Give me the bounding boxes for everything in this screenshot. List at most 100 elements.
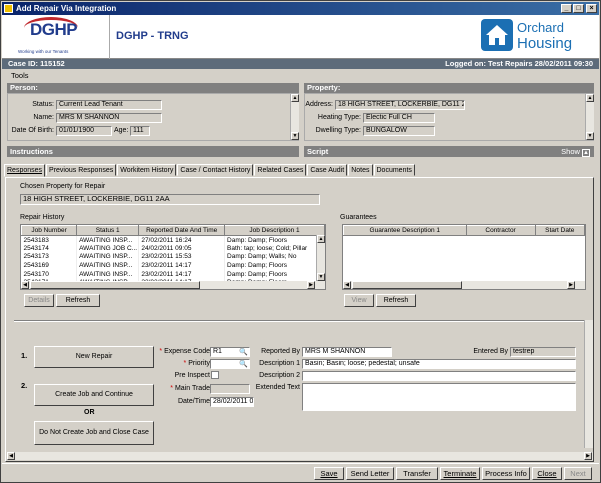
extended-text-label: Extended Text (255, 384, 300, 391)
table-row[interactable]: 2543173 AWAITING INSP... 23/02/2011 15:53 D… (21, 252, 325, 262)
close-window-button[interactable]: × (586, 4, 597, 13)
description-1-field[interactable]: Basin; Basin; loose; pedestal; unsafe (302, 359, 576, 369)
priority-label: * Priority (183, 360, 210, 367)
window-icon (4, 4, 13, 13)
process-info-button[interactable]: Process Info (482, 467, 530, 480)
close-button[interactable]: Close (532, 467, 562, 480)
scroll-up-icon[interactable]: ▲ (291, 94, 299, 102)
scroll-down-icon[interactable]: ▼ (291, 132, 299, 140)
table-row[interactable]: 2543183 AWAITING INSP... 27/02/2011 16:24 D… (21, 235, 325, 245)
repair-history-grid[interactable]: Job Number Status 1 Reported Date And Ti… (20, 224, 326, 290)
age-field: 111 (130, 126, 150, 136)
priority-label-text: Priority (188, 360, 210, 367)
logged-on-status: Logged on: Test Repairs 28/02/2011 09:30 (445, 59, 593, 68)
no-create-close-button[interactable]: Do Not Create Job and Close Case (34, 421, 154, 445)
minimize-button[interactable]: _ (561, 4, 572, 13)
history-refresh-button[interactable]: Refresh (56, 294, 100, 307)
save-button[interactable]: Save (314, 467, 344, 480)
status-field: Current Lead Tenant (56, 100, 162, 110)
history-vscroll[interactable]: ▲ ▼ (316, 235, 325, 281)
table-row[interactable]: 2543174 AWAITING JOB C... 24/02/2011 09:05… (21, 244, 325, 253)
tab-documents[interactable]: Documents (373, 164, 415, 176)
repair-history-label: Repair History (20, 214, 65, 221)
expense-code-label: * Expense Code (159, 348, 210, 355)
pre-inspect-checkbox[interactable] (211, 371, 219, 379)
scroll-down-icon[interactable]: ▼ (586, 132, 594, 140)
scroll-up-icon[interactable]: ▲ (586, 94, 594, 102)
tab-hscroll[interactable]: ◀ ▶ (7, 452, 593, 460)
table-row[interactable]: 2543169 AWAITING INSP... 23/02/2011 14:17 D… (21, 261, 325, 270)
datetime-field[interactable]: 28/02/2011 0 (210, 397, 254, 407)
col-job-number[interactable]: Job Number (21, 225, 78, 236)
scroll-down-icon[interactable]: ▼ (317, 273, 325, 281)
description-2-field[interactable] (302, 371, 576, 381)
send-letter-button[interactable]: Send Letter (346, 467, 394, 480)
table-cell: Damp: Damp; Walls; No (224, 252, 325, 262)
table-row[interactable]: 2543170 AWAITING INSP... 23/02/2011 14:17 D… (21, 269, 325, 279)
menu-tools[interactable]: Tools (11, 71, 29, 80)
dob-field: 01/01/1900 (56, 126, 112, 136)
history-hscroll[interactable]: ◀ ▶ (21, 281, 325, 289)
terminate-button[interactable]: Terminate (440, 467, 480, 480)
tab-notes[interactable]: Notes (348, 164, 373, 176)
instructions-bar[interactable]: Instructions (7, 146, 299, 157)
person-scrollbar[interactable]: ▲ ▼ (290, 94, 299, 140)
brand-line1: Orchard (517, 20, 564, 35)
show-script-toggle[interactable]: Show ▲ (561, 146, 590, 157)
col-contractor[interactable]: Contractor (465, 225, 536, 236)
history-hscroll-thumb[interactable] (30, 281, 200, 289)
tab-strip: Responses Previous Responses Workitem Hist… (4, 164, 416, 177)
col-job-description[interactable]: Job Description 1 (224, 225, 325, 236)
priority-search-icon[interactable]: 🔍 (239, 360, 248, 368)
view-button[interactable]: View (344, 294, 374, 307)
expense-search-icon[interactable]: 🔍 (239, 348, 248, 356)
tab-workitem-history[interactable]: Workitem History (117, 164, 177, 176)
scroll-right-icon[interactable]: ▶ (584, 452, 592, 460)
col-status[interactable]: Status 1 (76, 225, 140, 236)
col-guarantee-description[interactable]: Guarantee Description 1 (343, 225, 467, 236)
col-start-date[interactable]: Start Date (534, 225, 585, 236)
guarantees-table: Guarantee Description 1 Contractor Start… (343, 225, 585, 236)
tab-previous-responses[interactable]: Previous Responses (46, 164, 117, 176)
tab-responses[interactable]: Responses (4, 164, 46, 177)
scroll-left-icon[interactable]: ◀ (343, 281, 351, 289)
maximize-button[interactable]: □ (573, 4, 584, 13)
guarantees-refresh-button[interactable]: Refresh (376, 294, 416, 307)
property-scrollbar[interactable]: ▲ ▼ (585, 94, 594, 140)
reported-by-field[interactable]: MRS M SHANNON (302, 347, 392, 357)
case-info-bar: Case ID: 115152 Logged on: Test Repairs … (2, 59, 599, 69)
next-button[interactable]: Next (564, 467, 592, 480)
entered-by-field: testrep (510, 347, 576, 357)
tab-case-contact-history[interactable]: Case / Contact History (177, 164, 254, 176)
tab-related-cases[interactable]: Related Cases (254, 164, 307, 176)
table-cell: Bath: tap; loose; Cold; Pillar (224, 244, 325, 253)
person-panel: Status: Current Lead Tenant Name: MRS M … (7, 93, 299, 141)
property-panel-header: Property: (304, 83, 594, 93)
datetime-label: Date/Time (177, 398, 210, 405)
guarantees-grid[interactable]: Guarantee Description 1 Contractor Start… (342, 224, 586, 290)
scroll-left-icon[interactable]: ◀ (7, 452, 15, 460)
extended-text-field[interactable] (302, 383, 576, 411)
form-vscroll[interactable] (584, 320, 593, 448)
guarantees-hscroll-thumb[interactable] (352, 281, 462, 289)
guarantees-hscroll[interactable]: ◀ ▶ (343, 281, 585, 289)
scroll-left-icon[interactable]: ◀ (21, 281, 29, 289)
script-bar[interactable]: Script Show ▲ (304, 146, 594, 157)
table-cell: Damp: Damp; Floors (224, 269, 325, 279)
details-button[interactable]: Details (24, 294, 54, 307)
scroll-right-icon[interactable]: ▶ (307, 281, 315, 289)
scroll-up-icon[interactable]: ▲ (317, 235, 325, 243)
table-cell: Damp: Damp; Floors (224, 261, 325, 270)
new-repair-button[interactable]: New Repair (34, 346, 154, 368)
guarantees-label: Guarantees (340, 214, 377, 221)
main-trade-field[interactable] (210, 384, 250, 394)
main-trade-label-text: Main Trade (174, 385, 210, 392)
or-label: OR (84, 409, 95, 416)
tab-case-audit[interactable]: Case Audit (307, 164, 348, 176)
expand-icon[interactable]: ▲ (582, 149, 590, 157)
scroll-right-icon[interactable]: ▶ (567, 281, 575, 289)
table-cell: AWAITING INSP... (76, 235, 140, 245)
create-job-button[interactable]: Create Job and Continue (34, 384, 154, 406)
col-reported-date[interactable]: Reported Date And Time (138, 225, 226, 236)
transfer-button[interactable]: Transfer (396, 467, 438, 480)
